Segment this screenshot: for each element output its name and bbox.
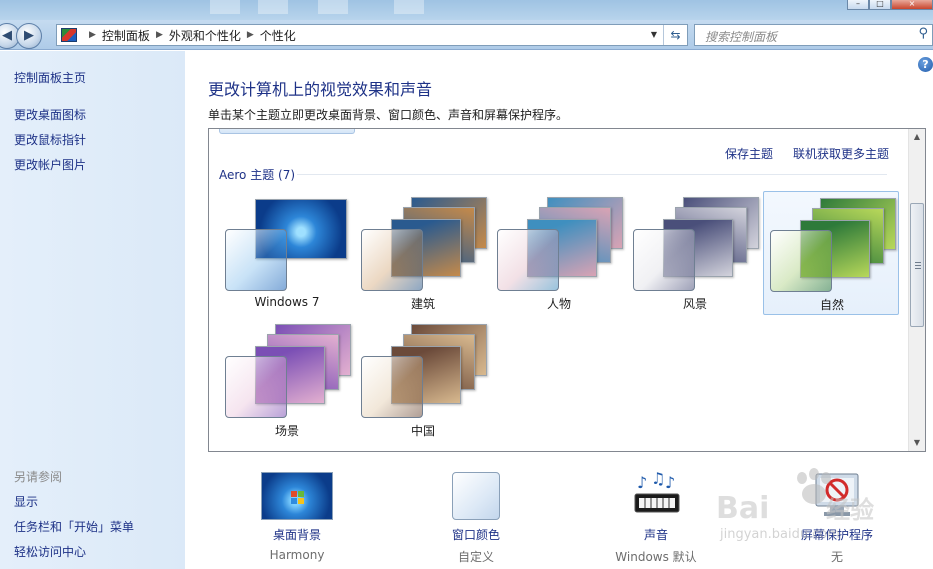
scrollbar[interactable]: ▲ ▼ — [908, 129, 925, 451]
sound-setting[interactable]: ♪ ♫ ♪ 声音 Windows 默认 — [581, 469, 731, 565]
setting-label[interactable]: 声音 — [581, 526, 731, 543]
forward-button[interactable]: ▶ — [16, 23, 42, 49]
search-placeholder: 搜索控制面板 — [705, 30, 778, 44]
svg-text:♫: ♫ — [651, 470, 665, 488]
breadcrumb-control-panel[interactable]: 控制面板 — [102, 27, 150, 44]
save-theme-link[interactable]: 保存主题 — [725, 145, 773, 162]
desktop-background-icon — [261, 472, 333, 520]
taskbar-ghost — [394, 0, 424, 14]
scroll-up-icon[interactable]: ▲ — [909, 129, 925, 145]
taskbar-ghost — [318, 0, 348, 14]
breadcrumb-appearance[interactable]: 外观和个性化 — [169, 27, 241, 44]
theme-tile[interactable]: 风景 — [627, 191, 763, 315]
group-divider — [297, 174, 887, 175]
theme-name: 风景 — [682, 297, 707, 311]
maximize-button[interactable]: □ — [869, 0, 891, 10]
page-description: 单击某个主题立即更改桌面背景、窗口颜色、声音和屏幕保护程序。 — [208, 108, 569, 122]
taskbar-ghost — [258, 0, 288, 14]
theme-name: 自然 — [819, 298, 844, 312]
chevron-right-icon[interactable]: ▶ — [89, 30, 96, 40]
sidebar-item-taskbar[interactable]: 任务栏和「开始」菜单 — [14, 518, 134, 535]
refresh-icon[interactable]: ⇆ — [663, 25, 687, 45]
theme-preview — [633, 197, 759, 293]
theme-name: 场景 — [274, 424, 299, 438]
page-title: 更改计算机上的视觉效果和声音 — [208, 80, 433, 99]
navigation-bar: ◀ ▶ ▶ 控制面板 ▶ 外观和个性化 ▶ 个性化 ▼ ⇆ 搜索控制面板 ⚲ — [0, 20, 933, 50]
sidebar: 控制面板主页 更改桌面图标 更改鼠标指针 更改帐户图片 另请参阅 显示 任务栏和… — [0, 51, 185, 569]
sidebar-item-ease-of-access[interactable]: 轻松访问中心 — [14, 543, 86, 560]
theme-preview — [770, 198, 896, 294]
screensaver-setting[interactable]: 屏幕保护程序 无 — [762, 470, 912, 565]
close-button[interactable]: × — [891, 0, 933, 10]
screensaver-icon — [812, 472, 862, 518]
setting-label[interactable]: 桌面背景 — [222, 526, 372, 543]
search-icon[interactable]: ⚲ — [918, 26, 928, 41]
scroll-thumb[interactable] — [910, 203, 924, 327]
sidebar-item-account-picture[interactable]: 更改帐户图片 — [14, 156, 86, 173]
see-also-header: 另请参阅 — [14, 470, 63, 484]
theme-tile[interactable]: 中国 — [355, 318, 491, 442]
theme-preview — [361, 197, 487, 293]
window-color-icon — [452, 472, 500, 520]
theme-name: 中国 — [410, 424, 435, 438]
theme-preview — [225, 324, 351, 420]
setting-label[interactable]: 屏幕保护程序 — [762, 526, 912, 543]
sidebar-item-display[interactable]: 显示 — [14, 493, 38, 510]
title-bar: – □ × — [0, 0, 933, 20]
window-controls: – □ × — [847, 0, 933, 10]
help-icon[interactable]: ? — [918, 57, 933, 72]
setting-value: Windows 默认 — [615, 550, 697, 564]
sidebar-item-home[interactable]: 控制面板主页 — [14, 69, 86, 86]
window-color-setting[interactable]: 窗口颜色 自定义 — [401, 470, 551, 565]
svg-text:♪: ♪ — [637, 473, 647, 492]
theme-name: 人物 — [546, 297, 571, 311]
theme-preview — [497, 197, 623, 293]
scrolled-item-edge — [219, 129, 355, 134]
svg-text:♪: ♪ — [665, 473, 675, 492]
control-panel-icon — [61, 28, 77, 42]
setting-value: Harmony — [269, 548, 325, 562]
setting-label[interactable]: 窗口颜色 — [401, 526, 551, 543]
taskbar-ghost — [210, 0, 240, 14]
scroll-down-icon[interactable]: ▼ — [909, 435, 925, 451]
chevron-right-icon[interactable]: ▶ — [247, 30, 254, 40]
minimize-button[interactable]: – — [847, 0, 869, 10]
sound-icon: ♪ ♫ ♪ — [631, 469, 683, 520]
sidebar-item-desktop-icons[interactable]: 更改桌面图标 — [14, 106, 86, 123]
aero-themes-header: Aero 主题 (7) — [219, 168, 296, 182]
setting-value: 自定义 — [457, 550, 494, 564]
breadcrumb-personalization[interactable]: 个性化 — [260, 27, 296, 44]
theme-name: 建筑 — [410, 297, 435, 311]
theme-tile[interactable]: 建筑 — [355, 191, 491, 315]
chevron-right-icon[interactable]: ▶ — [156, 30, 163, 40]
setting-value: 无 — [830, 550, 843, 564]
theme-name: Windows 7 — [254, 295, 320, 309]
theme-preview — [225, 197, 351, 293]
theme-tile[interactable]: Windows 7 — [219, 191, 355, 315]
search-input[interactable]: 搜索控制面板 ⚲ — [694, 24, 933, 46]
theme-preview — [361, 324, 487, 420]
sidebar-item-mouse-pointers[interactable]: 更改鼠标指针 — [14, 131, 86, 148]
theme-tile[interactable]: 自然 — [763, 191, 899, 315]
chevron-down-icon[interactable]: ▼ — [647, 25, 661, 45]
get-more-themes-link[interactable]: 联机获取更多主题 — [793, 145, 889, 162]
theme-list: 保存主题 联机获取更多主题 Aero 主题 (7) Windows 7 建筑 人物 风… — [208, 128, 926, 452]
theme-tile[interactable]: 场景 — [219, 318, 355, 442]
desktop-background-setting[interactable]: 桌面背景 Harmony — [222, 470, 372, 565]
address-bar[interactable]: ▶ 控制面板 ▶ 外观和个性化 ▶ 个性化 ▼ ⇆ — [56, 24, 688, 46]
theme-tile[interactable]: 人物 — [491, 191, 627, 315]
